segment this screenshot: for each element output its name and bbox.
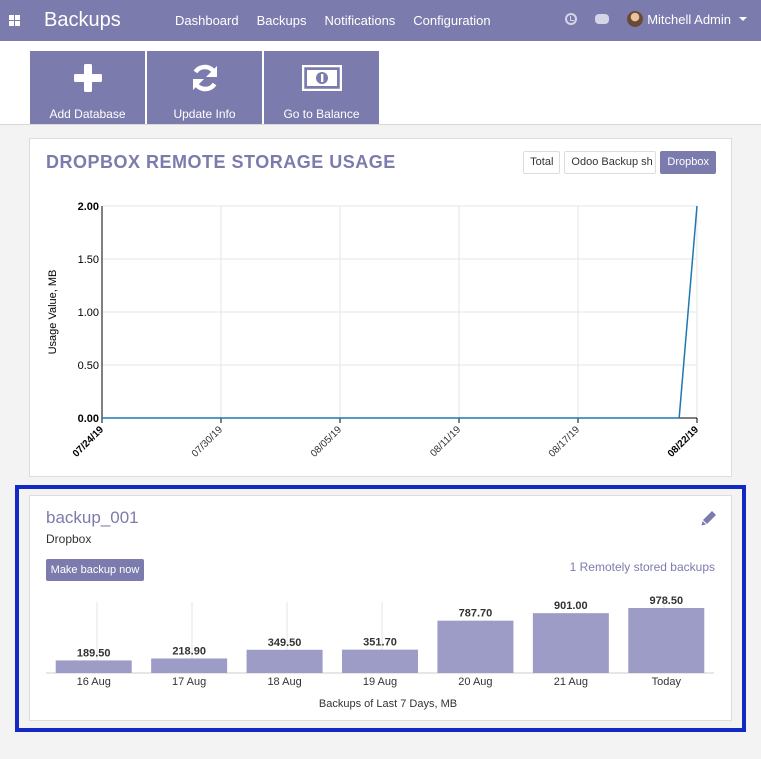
y-tick-label: 2.00: [78, 201, 99, 213]
navbar-right: Mitchell Admin: [565, 11, 747, 27]
bar-category-label: 17 Aug: [172, 676, 206, 688]
top-navbar: Backups Dashboard Backups Notifications …: [0, 0, 761, 41]
x-tick-label: 08/22/19: [666, 424, 702, 460]
bar-category-label: 18 Aug: [267, 676, 301, 688]
usage-line-chart: 0.00 0.50 1.00 1.50 2.00 07/24/19 07/30/19 08/0…: [47, 201, 702, 460]
filter-odoo-backup-button[interactable]: Odoo Backup sh: [564, 151, 657, 174]
x-tick-label: 08/11/19: [428, 424, 463, 459]
messages-chat-icon[interactable]: [595, 14, 610, 24]
bar: [532, 613, 609, 673]
menu-notifications[interactable]: Notifications: [324, 13, 395, 28]
x-tick-label: 08/05/19: [309, 424, 345, 460]
menu-dashboard[interactable]: Dashboard: [175, 13, 239, 28]
y-tick-label: 1.50: [78, 254, 99, 266]
bar-category-label: 16 Aug: [77, 676, 111, 688]
usage-card: 0.00 0.50 1.00 1.50 2.00 07/24/19 07/30/19 08/0…: [29, 138, 732, 477]
bar-value-label: 901.00: [554, 600, 588, 612]
backup-card: 189.50 16 Aug 218.90 17 Aug 349.50 18 Aug 351.…: [29, 495, 732, 721]
y-axis-label: Usage Value, MB: [47, 270, 59, 355]
make-backup-button[interactable]: Make backup now: [46, 559, 144, 581]
bar-value-label: 787.70: [459, 608, 493, 620]
usage-filter-group: Total Odoo Backup sh Dropbox: [523, 151, 716, 174]
y-tick-label: 0.00: [78, 413, 99, 425]
menu-backups[interactable]: Backups: [257, 13, 307, 28]
bar-category-label: 21 Aug: [554, 676, 588, 688]
bar-category-label: Today: [652, 676, 682, 688]
chevron-down-icon[interactable]: [739, 17, 747, 21]
user-name[interactable]: Mitchell Admin: [647, 12, 731, 27]
filter-total-button[interactable]: Total: [523, 151, 561, 174]
menu-configuration[interactable]: Configuration: [413, 13, 490, 28]
bar: [628, 608, 705, 673]
y-tick-label: 1.00: [78, 307, 99, 319]
avatar[interactable]: [627, 11, 644, 27]
x-tick-label: 07/30/19: [190, 424, 226, 460]
usage-title: DROPBOX REMOTE STORAGE USAGE: [46, 152, 396, 172]
pencil-edit-icon[interactable]: [701, 510, 717, 526]
main-menu: Dashboard Backups Notifications Configur…: [175, 13, 491, 28]
y-tick-label: 0.50: [78, 360, 99, 372]
update-info-button[interactable]: Update Info: [147, 51, 262, 124]
bar-category-label: 20 Aug: [458, 676, 492, 688]
x-tick-label: 08/17/19: [547, 424, 583, 460]
backups-bar-chart: 189.50 16 Aug 218.90 17 Aug 349.50 18 Aug 351.…: [46, 595, 714, 710]
bar-value-label: 218.90: [172, 645, 206, 657]
remote-backups-link[interactable]: 1 Remotely stored backups: [570, 560, 715, 574]
add-database-button[interactable]: Add Database: [30, 51, 145, 124]
toolbar: Add Database Update Info Go to Balance: [0, 41, 761, 125]
backup-storage: Dropbox: [46, 532, 92, 546]
app-title: Backups: [44, 9, 121, 31]
go-to-balance-button[interactable]: Go to Balance: [264, 51, 379, 124]
update-info-label: Update Info: [173, 107, 236, 121]
x-tick-label: 07/24/19: [71, 424, 107, 460]
plus-icon: [30, 61, 145, 95]
add-database-label: Add Database: [49, 107, 126, 121]
filter-dropbox-button[interactable]: Dropbox: [660, 151, 716, 174]
bar-x-axis-label: Backups of Last 7 Days, MB: [319, 698, 457, 710]
bar: [55, 660, 132, 673]
bar-value-label: 189.50: [77, 647, 111, 659]
bar: [342, 649, 418, 673]
refresh-icon: [147, 61, 262, 95]
bar: [151, 658, 228, 673]
bar: [246, 649, 323, 673]
apps-grid-icon[interactable]: [9, 15, 20, 26]
money-icon: [264, 61, 379, 95]
go-to-balance-label: Go to Balance: [283, 107, 360, 121]
backup-name[interactable]: backup_001: [46, 508, 139, 528]
bar-value-label: 351.70: [363, 637, 397, 649]
bar: [437, 620, 514, 673]
bar-value-label: 349.50: [268, 637, 302, 649]
bar-value-label: 978.50: [649, 595, 683, 607]
activities-clock-icon[interactable]: [565, 13, 578, 25]
bar-category-label: 19 Aug: [363, 676, 397, 688]
